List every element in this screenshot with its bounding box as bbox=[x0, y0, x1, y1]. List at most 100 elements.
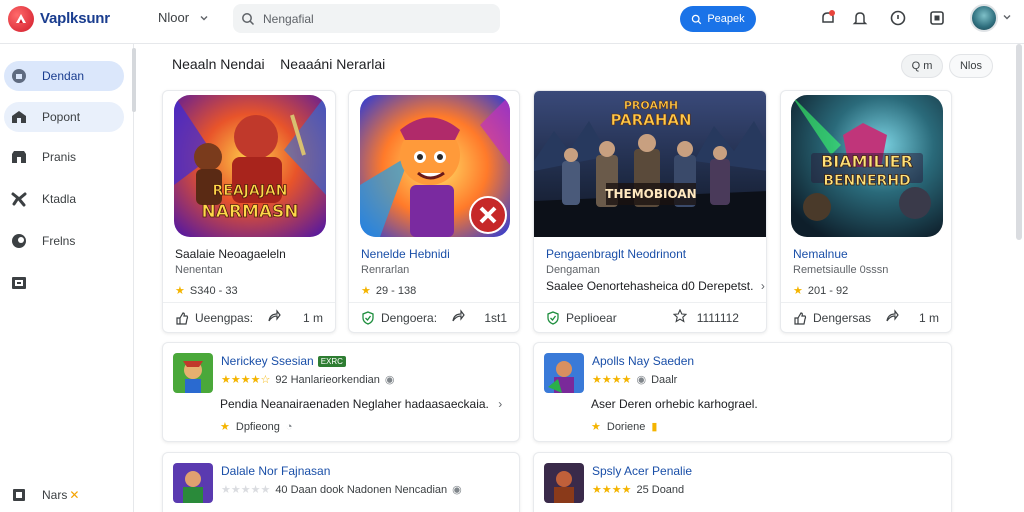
building-icon bbox=[10, 108, 28, 126]
app-card[interactable]: BIAMILIER BENNERHD Nemalnue Remetsiaulle… bbox=[780, 90, 952, 333]
bell-icon[interactable] bbox=[850, 8, 870, 28]
apps-grid-icon[interactable] bbox=[927, 8, 947, 28]
art-caption: BENNERHD bbox=[823, 173, 910, 189]
list-item-footer-text: Doriene bbox=[606, 420, 646, 433]
sidebar-item-home[interactable]: Dendan bbox=[4, 61, 124, 91]
app-title[interactable]: Saalaie Neoagaeleln bbox=[175, 247, 286, 261]
more-button-label: Nlos bbox=[959, 60, 982, 72]
app-title[interactable]: Pengaenbraglt Neodrinont bbox=[546, 247, 686, 261]
store-icon bbox=[10, 148, 28, 166]
avatar[interactable] bbox=[970, 4, 998, 32]
help-icon[interactable] bbox=[888, 8, 908, 28]
thumbs-up-button[interactable]: Ueengpas: bbox=[175, 311, 253, 325]
list-item-title-text: Apolls Nay Saeden bbox=[592, 354, 695, 368]
sidebar-item-media[interactable] bbox=[4, 268, 124, 298]
list-item-title[interactable]: Nerickey Ssesian EXRC bbox=[221, 354, 346, 368]
info-icon[interactable]: ◉ bbox=[452, 483, 462, 496]
shield-button[interactable]: Peplioear bbox=[546, 311, 617, 325]
search-icon bbox=[692, 14, 702, 24]
list-item-title[interactable]: Dalale Nor Fajnasan bbox=[221, 464, 330, 478]
star-rating-icon: ★★★★☆ bbox=[221, 374, 271, 386]
app-thumbnail: REAJAJAN NARMASN bbox=[174, 95, 326, 237]
list-item[interactable]: Nerickey Ssesian EXRC ★★★★☆ 92 Hanlarieo… bbox=[162, 342, 520, 442]
search-bar[interactable] bbox=[233, 4, 500, 33]
star-icon: ★ bbox=[175, 285, 185, 297]
app-title[interactable]: Nemalnue bbox=[793, 247, 848, 261]
sidebar-footer-item[interactable]: Nars ✕ bbox=[4, 480, 124, 510]
refresh-icon[interactable]: ◔ bbox=[286, 421, 293, 433]
shield-button[interactable]: Dengoera: bbox=[361, 311, 437, 325]
app-rating: ★ 201 - 92 bbox=[793, 284, 848, 298]
app-thumbnail bbox=[360, 95, 510, 237]
star-icon: ★ bbox=[793, 285, 803, 297]
sidebar: Dendan Popont Pranis Ktadla Frelns Nars … bbox=[0, 44, 134, 512]
star-outline-icon[interactable] bbox=[672, 308, 688, 326]
app-rating: ★ S340 - 33 bbox=[175, 284, 238, 298]
action-label: Dengoera: bbox=[381, 310, 438, 325]
star-rating-icon: ★★★★ bbox=[592, 374, 632, 386]
app-card[interactable]: REAJAJAN NARMASN Saalaie Neoagaeleln Nen… bbox=[162, 90, 336, 333]
sidebar-item-ktadla[interactable]: Ktadla bbox=[4, 184, 124, 214]
sidebar-item-label: Ktadla bbox=[42, 192, 77, 206]
list-item-footer: ★ Dpfieong ◔ bbox=[220, 420, 293, 434]
search-input[interactable] bbox=[263, 11, 483, 26]
chevron-down-icon bbox=[200, 15, 208, 20]
count-text: 1 m bbox=[302, 310, 323, 325]
sidebar-item-frelns[interactable]: Frelns bbox=[4, 226, 124, 256]
app-subtitle: Remetsiaulle 0sssn bbox=[793, 264, 889, 276]
list-item-meta: 92 Hanlarieorkendian bbox=[275, 373, 380, 386]
share-icon[interactable] bbox=[451, 309, 465, 326]
app-card[interactable]: Nenelde Hebnidi Renrarlan ★ 29 - 138 Den… bbox=[348, 90, 520, 333]
list-item-title[interactable]: Apolls Nay Saeden bbox=[592, 354, 694, 368]
sidebar-item-label: Popont bbox=[42, 110, 81, 124]
zoom-button[interactable]: Q m bbox=[901, 54, 943, 78]
chevron-right-icon[interactable]: › bbox=[761, 279, 765, 293]
share-icon[interactable] bbox=[885, 309, 899, 326]
brand-name[interactable]: Vaplksunr bbox=[40, 10, 110, 27]
info-icon[interactable]: ◉ bbox=[385, 373, 395, 386]
app-card[interactable]: PROAMH PARAHAN THEMOBIOAN Pengaenbraglt … bbox=[533, 90, 767, 333]
sidebar-item-pranis[interactable]: Pranis bbox=[4, 142, 124, 172]
info-icon[interactable]: ◉ bbox=[636, 373, 646, 386]
chevron-right-icon[interactable]: › bbox=[498, 397, 502, 411]
share-icon[interactable] bbox=[267, 309, 281, 326]
bookmark-icon[interactable]: ▮ bbox=[651, 420, 657, 433]
list-item-meta: 25 Doand bbox=[636, 483, 685, 496]
list-item[interactable]: Apolls Nay Saeden ★★★★ ◉ Daalr Aser Dere… bbox=[533, 342, 952, 442]
list-item-rating: ★★★★★ 40 Daan dook Nadonen Nencadian ◉ bbox=[221, 483, 462, 497]
puzzle-icon bbox=[10, 190, 28, 208]
list-item-rating: ★★★★ 25 Doand bbox=[592, 483, 685, 497]
app-rating: ★ 29 - 138 bbox=[361, 284, 416, 298]
main-scrollbar[interactable] bbox=[1016, 44, 1022, 240]
app-title[interactable]: Nenelde Hebnidi bbox=[361, 247, 450, 261]
home-icon bbox=[10, 67, 28, 85]
action-label: Ueengpas: bbox=[195, 310, 254, 325]
list-item-description: Pendia Neanairaenaden Neglaher hadaasaec… bbox=[220, 397, 502, 411]
list-item-description: Aser Deren orhebic karhograel. bbox=[591, 397, 758, 411]
list-item-title-text: Nerickey Ssesian bbox=[221, 354, 314, 368]
list-item-title[interactable]: Spsly Acer Penalie bbox=[592, 464, 692, 478]
list-item[interactable]: Spsly Acer Penalie ★★★★ 25 Doand bbox=[533, 452, 952, 512]
close-icon: ✕ bbox=[69, 488, 80, 502]
nav-dropdown[interactable]: Nloor bbox=[158, 10, 209, 25]
list-item[interactable]: Dalale Nor Fajnasan ★★★★★ 40 Daan dook N… bbox=[162, 452, 520, 512]
chevron-down-icon[interactable] bbox=[1002, 12, 1012, 22]
notification-alert-icon[interactable] bbox=[818, 8, 838, 28]
thumbs-up-button[interactable]: Dengersas bbox=[793, 311, 871, 325]
art-caption: REAJAJAN bbox=[213, 183, 288, 199]
sidebar-footer-label: Nars bbox=[42, 488, 68, 502]
sidebar-item-popont[interactable]: Popont bbox=[4, 102, 124, 132]
more-button[interactable]: Nlos bbox=[949, 54, 993, 78]
app-description: Saalee Oenortehasheica d0 Derepetst. › bbox=[546, 279, 765, 293]
list-item-title-text: Spsly Acer Penalie bbox=[592, 464, 693, 478]
card-actions: Dengersas 1 m bbox=[781, 302, 951, 332]
sidebar-item-label: Pranis bbox=[42, 150, 77, 164]
app-banner: PROAMH PARAHAN THEMOBIOAN bbox=[534, 91, 766, 237]
art-caption: BIAMILIER bbox=[821, 152, 913, 171]
list-item-title-text: Dalale Nor Fajnasan bbox=[221, 464, 331, 478]
primary-action-button[interactable]: Peapek bbox=[680, 6, 756, 32]
nav-dropdown-label: Nloor bbox=[158, 10, 190, 25]
app-icon bbox=[173, 463, 213, 503]
sidebar-scrollbar[interactable] bbox=[132, 48, 136, 112]
app-logo-icon[interactable] bbox=[8, 6, 34, 32]
